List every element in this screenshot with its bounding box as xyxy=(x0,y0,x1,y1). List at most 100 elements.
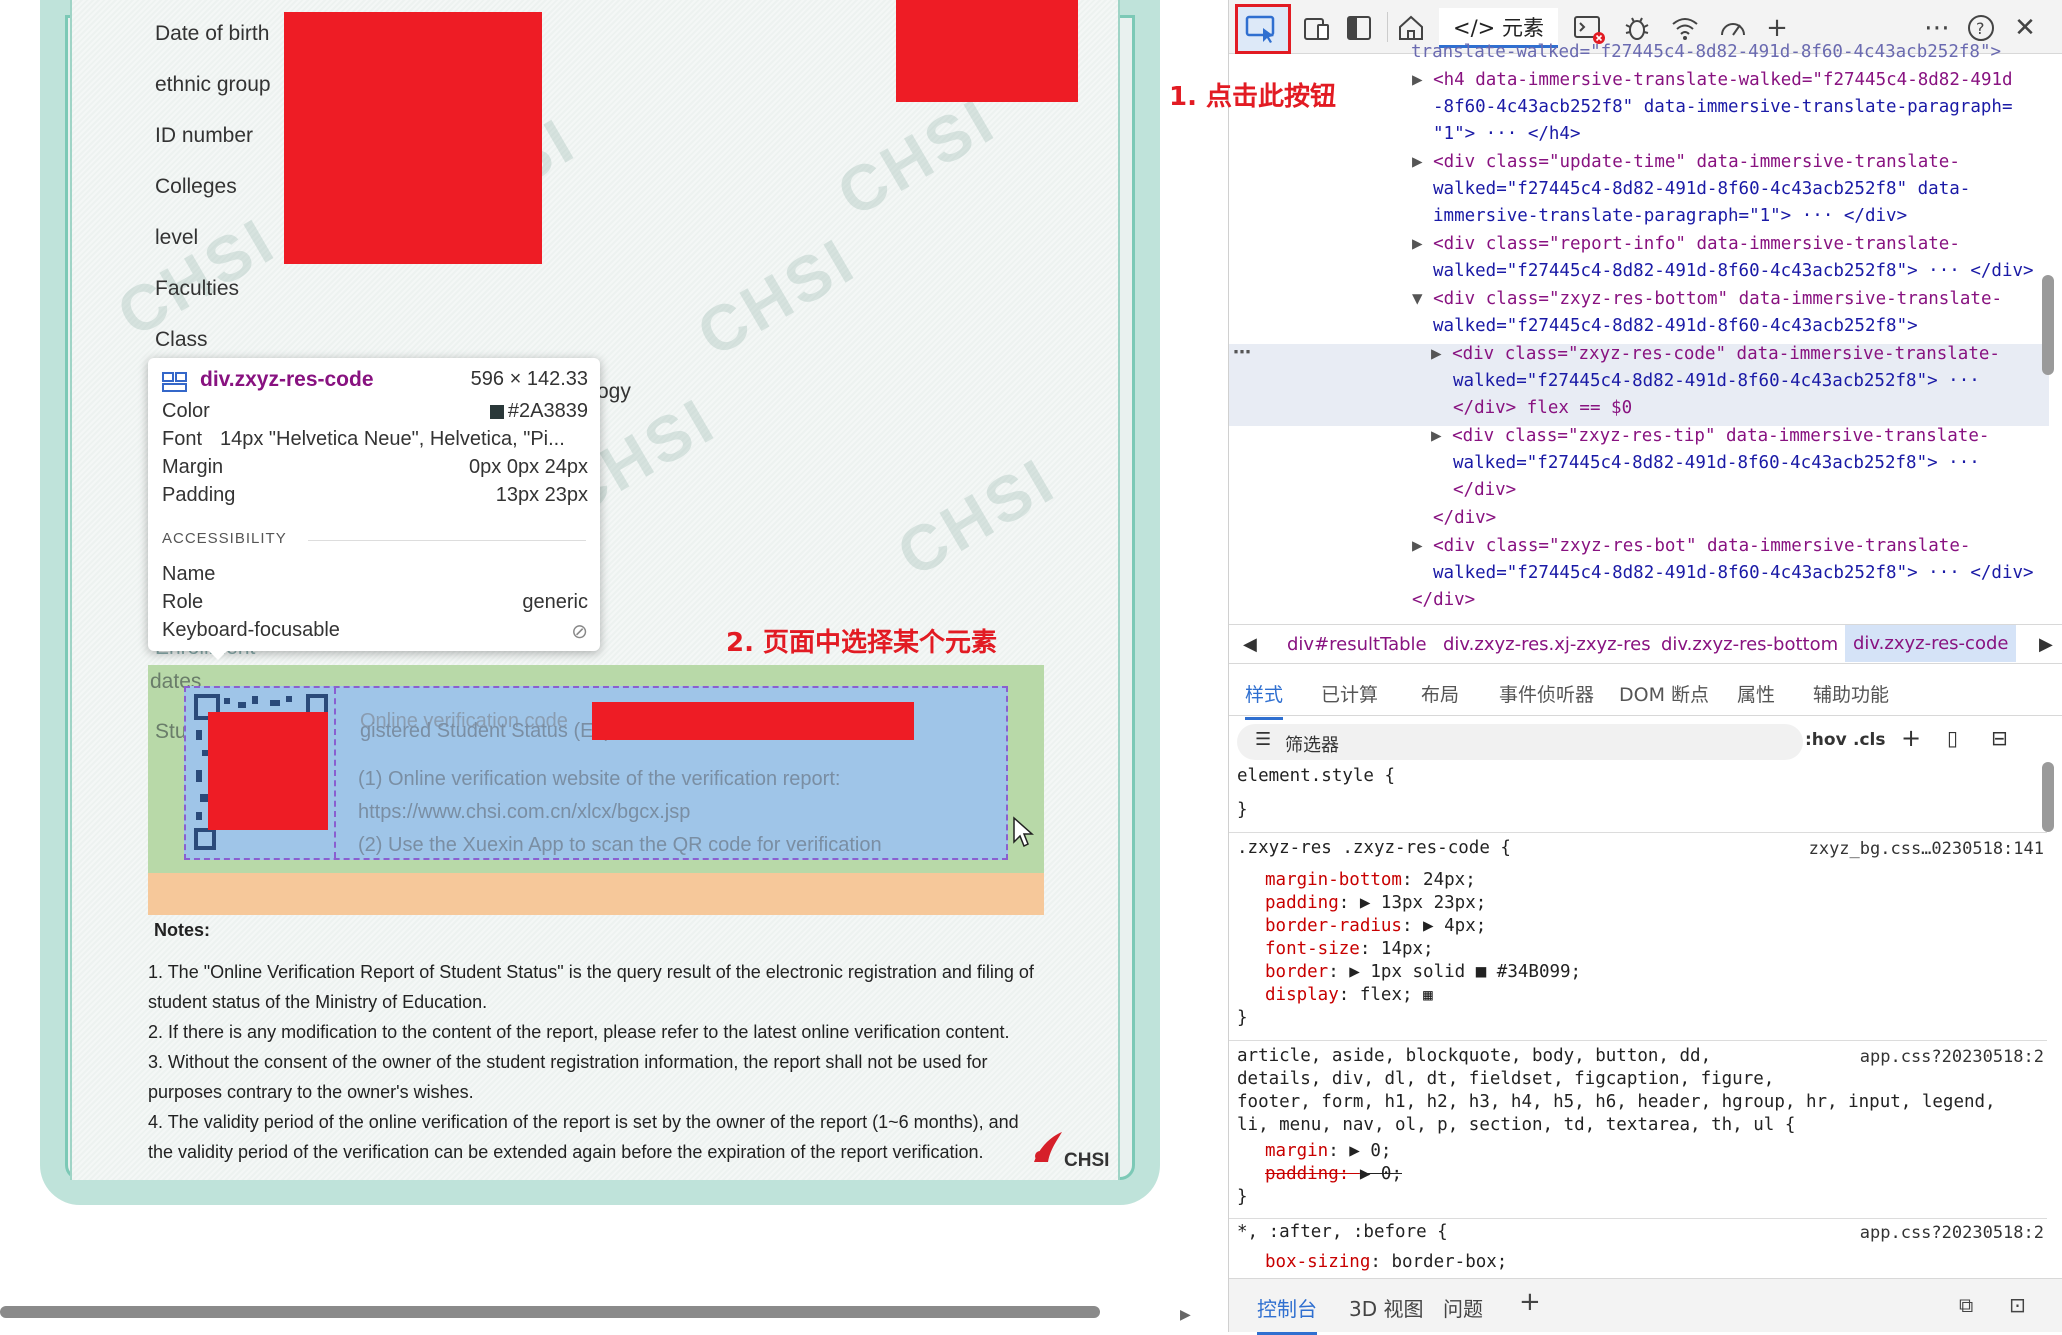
expand-arrow-icon[interactable]: ▶ xyxy=(1431,344,1452,364)
dock-side-icon[interactable] xyxy=(1341,10,1377,46)
dom-line[interactable]: ▶ <div class="zxyz-res-bot" data-immersi… xyxy=(1412,536,1970,556)
css-declaration[interactable]: display: flex; ▦ xyxy=(1265,985,1433,1005)
dom-line[interactable]: walked="f27445c4-8d82-491d-8f60-4c43acb2… xyxy=(1433,261,2034,281)
dom-line[interactable]: ▶ <div class="report-info" data-immersiv… xyxy=(1412,234,1960,254)
css-rule-selector[interactable]: *, :after, :before { xyxy=(1237,1222,1448,1242)
dom-scrollbar[interactable] xyxy=(2042,275,2054,375)
styles-scrollbar[interactable] xyxy=(2042,762,2054,832)
dom-line[interactable]: walked="f27445c4-8d82-491d-8f60-4c43acb2… xyxy=(1433,179,1970,199)
breadcrumb-item[interactable]: div.zxyz-res.xj-zxyz-res xyxy=(1443,634,1651,655)
help-icon[interactable]: ? xyxy=(1963,10,1999,46)
dom-line[interactable]: </div> xyxy=(1412,590,1475,610)
css-source-link[interactable]: zxyz_bg.css…0230518:141 xyxy=(1809,839,2044,859)
css-source-link[interactable]: app.css?20230518:2 xyxy=(1860,1223,2044,1243)
new-rule-plus-icon[interactable]: + xyxy=(1901,724,1921,752)
add-drawer-tab-icon[interactable]: + xyxy=(1519,1287,1541,1317)
css-declaration[interactable]: font-size: 14px; xyxy=(1265,939,1434,959)
tab-properties[interactable]: 属性 xyxy=(1737,680,1775,707)
breadcrumb-item[interactable]: div.zxyz-res-bottom xyxy=(1661,634,1838,655)
device-toolbar-icon[interactable] xyxy=(1299,10,1335,46)
notes-line: purposes contrary to the owner's wishes. xyxy=(148,1082,474,1102)
dom-line[interactable]: </div> xyxy=(1433,508,1496,528)
tab-3d-view[interactable]: 3D 视图 xyxy=(1349,1293,1423,1322)
css-source-link[interactable]: app.css?20230518:2 xyxy=(1860,1047,2044,1067)
css-rule-selector[interactable]: details, div, dl, dt, fieldset, figcapti… xyxy=(1237,1069,1774,1089)
tooltip-row-margin: Margin 0px 0px 24px xyxy=(162,456,588,482)
dom-line[interactable]: walked="f27445c4-8d82-491d-8f60-4c43acb2… xyxy=(1433,563,2034,583)
dom-line[interactable]: -8f60-4c43acb252f8" data-immersive-trans… xyxy=(1433,97,2012,117)
dom-line[interactable]: ▶ <div class="update-time" data-immersiv… xyxy=(1412,152,1960,172)
css-declaration[interactable]: margin-bottom: 24px; xyxy=(1265,870,1476,890)
dom-line[interactable]: </div> xyxy=(1453,480,1516,500)
css-declaration[interactable]: margin: ▶ 0; xyxy=(1265,1141,1391,1161)
expand-arrow-icon[interactable]: ▶ xyxy=(1412,234,1433,254)
dom-more-icon[interactable]: ⋯ xyxy=(1233,342,1251,363)
color-swatch xyxy=(489,404,504,419)
console-error-icon[interactable] xyxy=(1571,10,1607,46)
performance-icon[interactable] xyxy=(1715,10,1751,46)
scroll-right-icon[interactable]: ▶ xyxy=(1180,1306,1191,1323)
more-icon[interactable]: ⋯ xyxy=(1919,10,1955,46)
tab-styles[interactable]: 样式 xyxy=(1245,680,1284,720)
tab-layout[interactable]: 布局 xyxy=(1421,680,1459,707)
tab-accessibility[interactable]: 辅助功能 xyxy=(1813,680,1889,707)
styles-filter-input[interactable]: ☰ 筛选器 xyxy=(1237,724,1803,760)
label-colleges: Colleges xyxy=(155,175,237,198)
css-rule-selector[interactable]: .zxyz-res .zxyz-res-code { xyxy=(1237,838,1511,858)
flex-editor-icon[interactable]: ▦ xyxy=(1423,985,1433,1004)
dom-line[interactable]: </div> flex == $0 xyxy=(1453,398,1632,418)
breadcrumb-item[interactable]: div#resultTable xyxy=(1287,634,1427,655)
inspect-element-button[interactable] xyxy=(1235,4,1291,54)
dom-line-selected[interactable]: ▶ <div class="zxyz-res-code" data-immers… xyxy=(1431,344,2000,364)
css-declaration[interactable]: border: ▶ 1px solid ■ #34B099; xyxy=(1265,962,1581,982)
breadcrumb-scroll-right-icon[interactable]: ▶ xyxy=(2039,634,2053,655)
bug-icon[interactable] xyxy=(1619,10,1655,46)
highlight-content-box[interactable]: Online verification code gistered Studen… xyxy=(184,686,1008,860)
tab-dom-breakpoints[interactable]: DOM 断点 xyxy=(1619,680,1709,707)
home-icon[interactable] xyxy=(1393,10,1429,46)
close-icon[interactable]: ✕ xyxy=(2007,10,2043,46)
css-declaration[interactable]: border-radius: ▶ 4px; xyxy=(1265,916,1486,936)
cls-toggle[interactable]: .cls xyxy=(1853,730,1885,750)
dom-line[interactable]: walked="f27445c4-8d82-491d-8f60-4c43acb2… xyxy=(1433,316,1918,336)
dom-line[interactable]: walked="f27445c4-8d82-491d-8f60-4c43acb2… xyxy=(1453,453,1980,473)
plus-icon[interactable]: + xyxy=(1759,10,1795,46)
collapse-arrow-icon[interactable]: ▼ xyxy=(1412,289,1433,309)
dom-line[interactable]: ▶ <div class="zxyz-res-tip" data-immersi… xyxy=(1431,426,1989,446)
tab-event-listeners[interactable]: 事件侦听器 xyxy=(1499,680,1594,707)
expand-arrow-icon[interactable]: ▶ xyxy=(1412,536,1433,556)
dom-line[interactable]: immersive-translate-paragraph="1"> ··· <… xyxy=(1433,206,1907,226)
toggle-sidebar-icon[interactable]: ⊟ xyxy=(1991,726,2008,750)
css-rule-selector[interactable]: footer, form, h1, h2, h3, h4, h5, h6, he… xyxy=(1237,1092,1996,1112)
paint-brush-icon[interactable]: ▯ xyxy=(1947,726,1958,750)
drawer-tabbar: 控制台 3D 视图 问题 + ⧉ ⊡ xyxy=(1229,1278,2062,1335)
breadcrumb-item-active[interactable]: div.zxyz-res-code xyxy=(1845,625,2017,662)
expand-arrow-icon[interactable]: ▶ xyxy=(1412,70,1433,90)
dock-drawer-icon[interactable]: ⧉ xyxy=(1959,1293,1973,1317)
dom-line-text: <div class="zxyz-res-bot" data-immersive… xyxy=(1433,536,1971,556)
expand-drawer-icon[interactable]: ⊡ xyxy=(2009,1293,2026,1317)
css-rule-selector[interactable]: li, menu, nav, ol, p, section, td, texta… xyxy=(1237,1115,1795,1135)
tooltip-key: Name xyxy=(162,563,216,585)
breadcrumb-scroll-left-icon[interactable]: ◀ xyxy=(1243,634,1257,655)
css-element-style[interactable]: element.style { xyxy=(1237,766,1395,786)
dom-line[interactable]: ▶ <h4 data-immersive-translate-walked="f… xyxy=(1412,70,2013,90)
horizontal-scrollbar[interactable] xyxy=(0,1306,1100,1318)
network-icon[interactable] xyxy=(1667,10,1703,46)
dom-line[interactable]: translate-walked="f27445c4-8d82-491d-8f6… xyxy=(1411,42,2001,58)
tab-console[interactable]: 控制台 xyxy=(1257,1293,1317,1335)
tab-issues[interactable]: 问题 xyxy=(1443,1293,1483,1322)
dom-line[interactable]: "1"> ··· </h4> xyxy=(1433,124,1581,144)
css-declaration[interactable]: box-sizing: border-box; xyxy=(1265,1252,1507,1274)
expand-arrow-icon[interactable]: ▶ xyxy=(1412,152,1433,172)
css-rule-selector[interactable]: article, aside, blockquote, body, button… xyxy=(1237,1046,1711,1066)
hov-toggle[interactable]: :hov xyxy=(1805,730,1847,750)
label-faculties: Faculties xyxy=(155,277,240,300)
css-declaration[interactable]: padding: ▶ 13px 23px; xyxy=(1265,893,1486,913)
tooltip-row-color: Color #2A3839 xyxy=(162,400,588,426)
expand-arrow-icon[interactable]: ▶ xyxy=(1431,426,1452,446)
dom-line[interactable]: walked="f27445c4-8d82-491d-8f60-4c43acb2… xyxy=(1453,371,1980,391)
tab-computed[interactable]: 已计算 xyxy=(1321,680,1378,707)
dom-line[interactable]: ▼ <div class="zxyz-res-bottom" data-imme… xyxy=(1412,289,2002,309)
css-declaration-overridden[interactable]: padding: ▶ 0; xyxy=(1265,1164,1402,1184)
